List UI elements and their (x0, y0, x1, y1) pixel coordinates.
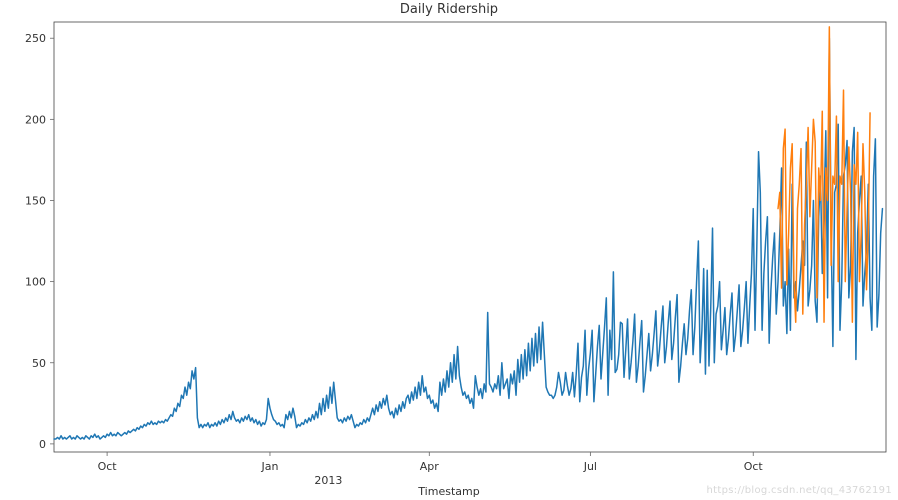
chart-title: Daily Ridership (0, 2, 898, 17)
series-test (778, 27, 870, 322)
chart-container: Daily Ridership 0 50 100 150 200 250 Oct Jan Ap… (0, 0, 898, 500)
series-train (54, 38, 882, 439)
svg-text:Jan: Jan (260, 460, 278, 473)
svg-text:100: 100 (25, 276, 46, 289)
svg-text:Oct: Oct (744, 460, 764, 473)
svg-text:Jul: Jul (583, 460, 597, 473)
svg-text:150: 150 (25, 194, 46, 207)
svg-text:Apr: Apr (420, 460, 440, 473)
chart-plot: 050100150200250 OctJanAprJulOct2013 (0, 0, 898, 500)
svg-text:Oct: Oct (98, 460, 118, 473)
svg-text:50: 50 (32, 357, 46, 370)
svg-text:250: 250 (25, 32, 46, 45)
svg-text:200: 200 (25, 113, 46, 126)
svg-text:0: 0 (39, 438, 46, 451)
x-axis-label: Timestamp (0, 485, 898, 498)
